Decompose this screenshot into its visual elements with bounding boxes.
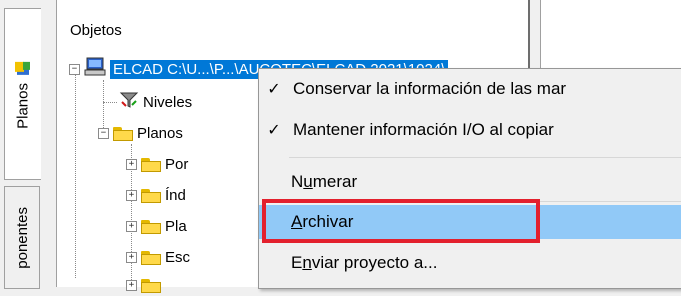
tree-item-por[interactable]: + Por (126, 153, 188, 175)
tab-componentes[interactable]: ponentes (4, 186, 40, 289)
tree-item-label: Esc (165, 248, 191, 266)
filter-icon (119, 91, 139, 113)
tree-item-planos[interactable]: − Planos (98, 122, 183, 144)
vertical-tab-strip: Planos ponentes (0, 0, 42, 289)
tree-item-ind[interactable]: + Índ (126, 184, 186, 206)
menu-item-label: Mantener información I/O al copiar (293, 120, 554, 139)
tree-item-niveles[interactable]: Niveles (119, 91, 192, 113)
tab-componentes-label: ponentes (13, 206, 31, 269)
expand-icon[interactable]: + (126, 189, 137, 201)
tree-item-pla[interactable]: + Pla (126, 215, 187, 237)
tree-item-label: Por (165, 155, 189, 173)
collapse-icon[interactable]: − (98, 127, 109, 139)
context-menu: ✓ Conservar la información de las mar ✓ … (258, 68, 681, 289)
tree-line (103, 102, 117, 103)
menu-item-label: Enviar proyecto a... (291, 253, 438, 272)
folder-icon (141, 218, 161, 234)
tree-item-partial[interactable]: + (126, 274, 161, 296)
expand-icon[interactable]: + (126, 220, 137, 232)
folder-icon (141, 249, 161, 265)
tab-planos-label: Planos (14, 83, 32, 129)
computer-icon (84, 57, 106, 81)
expand-icon[interactable]: + (126, 279, 137, 291)
menu-item-numerar[interactable]: Numerar (259, 167, 681, 197)
tree-item-esc[interactable]: + Esc (126, 246, 190, 268)
menu-separator (289, 157, 681, 158)
drawing-icon (14, 59, 32, 77)
expand-icon[interactable]: + (126, 251, 137, 263)
tree-item-label: Índ (165, 186, 186, 204)
folder-icon (141, 277, 161, 293)
tab-planos[interactable]: Planos (4, 8, 41, 180)
check-icon: ✓ (267, 81, 281, 98)
menu-item-mantener[interactable]: ✓ Mantener información I/O al copiar (259, 115, 681, 145)
menu-item-label: Numerar (291, 172, 358, 191)
tree-header: Objetos (70, 22, 122, 39)
expand-icon[interactable]: + (126, 158, 137, 170)
menu-item-enviar[interactable]: Enviar proyecto a... (259, 248, 681, 278)
tree-line (75, 68, 76, 278)
collapse-icon[interactable]: − (69, 63, 80, 75)
folder-icon (141, 156, 161, 172)
highlight-callout-box (262, 199, 540, 243)
tree-item-label: Niveles (143, 93, 193, 111)
check-icon: ✓ (267, 122, 281, 139)
tree-item-label: Planos (137, 124, 183, 142)
tree-item-label: Pla (165, 217, 187, 235)
menu-item-label: Conservar la información de las mar (293, 79, 567, 98)
menu-item-conservar[interactable]: ✓ Conservar la información de las mar (259, 74, 681, 104)
folder-icon (141, 187, 161, 203)
folder-icon (113, 125, 133, 141)
